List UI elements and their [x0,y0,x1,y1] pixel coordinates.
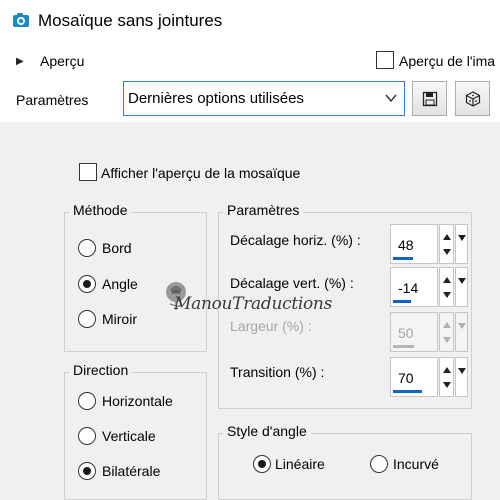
horizontal-offset-label: Décalage horiz. (%) : [230,232,361,248]
triangle-down-icon [458,278,466,284]
number-input: 50 [390,312,438,352]
dice-icon [465,91,481,107]
spin-down-arrow-icon [443,337,451,343]
presets-selected-value: Dernières options utilisées [128,90,304,107]
number-value: 48 [398,237,414,253]
slider-dropdown-button [455,312,468,352]
spin-down-arrow-icon[interactable] [442,291,452,299]
corner-lineaire-label: Linéaire [275,456,325,472]
width-field: 50 [390,312,468,352]
direction-group-title: Direction [69,362,133,378]
method-angle-radio[interactable] [78,275,96,293]
spinner [439,267,454,307]
triangle-down-icon [458,368,466,374]
number-input[interactable]: 48 [390,224,438,264]
method-angle-label: Angle [102,276,138,292]
value-level-bar [393,257,413,260]
direction-verticale-radio[interactable] [78,427,96,445]
direction-bilaterale-label: Bilatérale [102,463,161,479]
direction-bilaterale-radio[interactable] [78,462,96,480]
corner-style-group-title: Style d'angle [223,423,311,439]
expander-arrow-icon[interactable]: ▶ [16,56,24,67]
horizontal-offset-field: 48 [390,224,468,264]
spinner [439,357,454,397]
transition-field: 70 [390,357,468,397]
corner-lineaire-radio[interactable] [253,455,271,473]
chevron-down-icon [384,91,398,105]
direction-verticale-label: Verticale [102,428,156,444]
value-level-bar [393,345,414,348]
method-miroir-radio[interactable] [78,310,96,328]
show-tile-preview-checkbox[interactable] [79,163,97,181]
number-value: 70 [398,370,414,386]
presets-dropdown[interactable]: Dernières options utilisées [123,81,405,116]
direction-horizontale-label: Horizontale [102,393,173,409]
number-input[interactable]: -14 [390,267,438,307]
presets-label: Paramètres [16,92,89,108]
random-preset-button[interactable] [455,81,490,116]
camera-icon [12,11,30,29]
spin-up-arrow-icon[interactable] [442,276,452,284]
spin-up-arrow-icon[interactable] [442,366,452,374]
value-level-bar [393,300,411,303]
method-bord-radio[interactable] [78,239,96,257]
slider-dropdown-button[interactable] [455,224,468,264]
parameters-group-title: Paramètres [223,202,304,218]
image-preview-checkbox[interactable] [376,51,394,69]
number-value: 50 [398,325,414,341]
spin-up-arrow-icon[interactable] [442,233,452,241]
number-value: -14 [398,280,419,296]
method-group-title: Méthode [69,202,132,218]
image-preview-label: Aperçu de l'ima [399,53,496,69]
spin-down-arrow-icon[interactable] [442,248,452,256]
corner-incurve-label: Incurvé [393,456,439,472]
floppy-disk-icon [422,91,438,107]
spinner [439,312,454,352]
transition-label: Transition (%) : [230,364,325,380]
spin-down-arrow-icon[interactable] [442,381,452,389]
spinner [439,224,454,264]
corner-incurve-radio[interactable] [370,455,388,473]
show-tile-preview-label: Afficher l'aperçu de la mosaïque [101,165,301,181]
save-preset-button[interactable] [412,81,447,116]
window-title: Mosaïque sans jointures [38,11,223,30]
number-input[interactable]: 70 [390,357,438,397]
triangle-down-icon [458,235,466,241]
watermark-text: ManouTraductions [174,294,333,314]
direction-horizontale-radio[interactable] [78,392,96,410]
triangle-down-icon [458,323,466,329]
value-level-bar [393,390,422,393]
preview-expander-label[interactable]: Aperçu [40,53,84,69]
method-miroir-label: Miroir [102,311,137,327]
slider-dropdown-button[interactable] [455,357,468,397]
vertical-offset-field: -14 [390,267,468,307]
watermark-logo: ManouTraductions [150,274,340,330]
method-bord-label: Bord [102,240,132,256]
slider-dropdown-button[interactable] [455,267,468,307]
spin-up-arrow-icon [443,322,451,328]
